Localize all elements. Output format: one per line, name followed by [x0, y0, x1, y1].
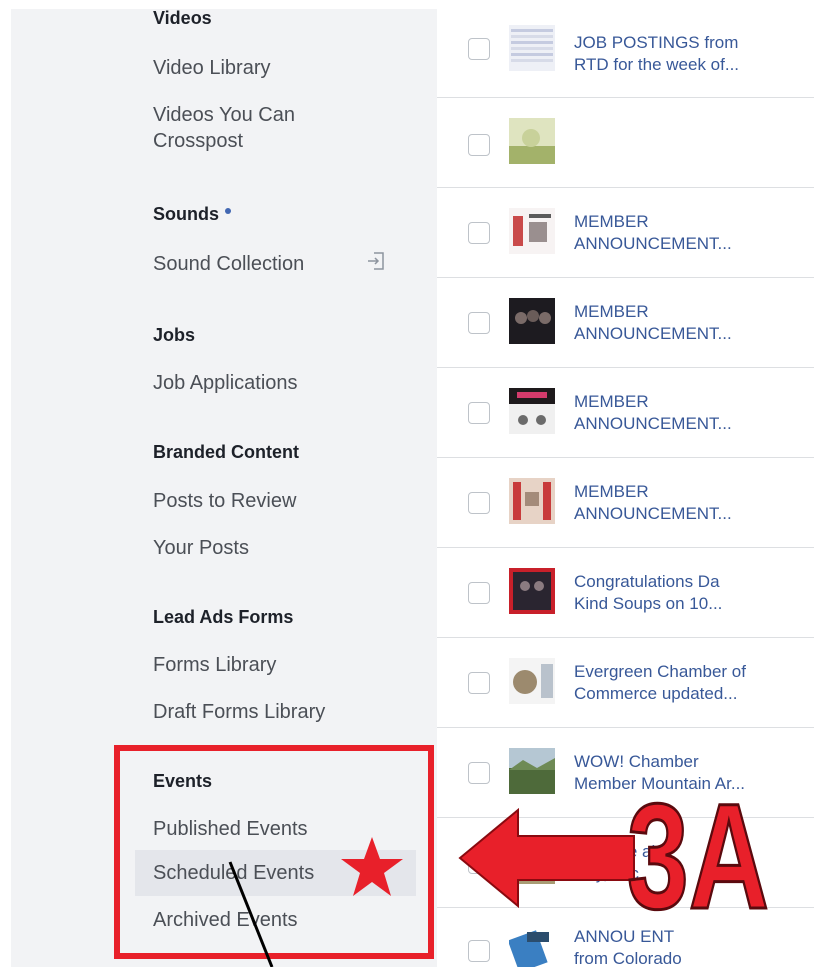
star-icon — [341, 837, 403, 896]
annotation-label-text: 3A — [627, 772, 769, 930]
arrow-left-icon — [458, 808, 635, 908]
annotation-label: 3A — [626, 771, 771, 931]
